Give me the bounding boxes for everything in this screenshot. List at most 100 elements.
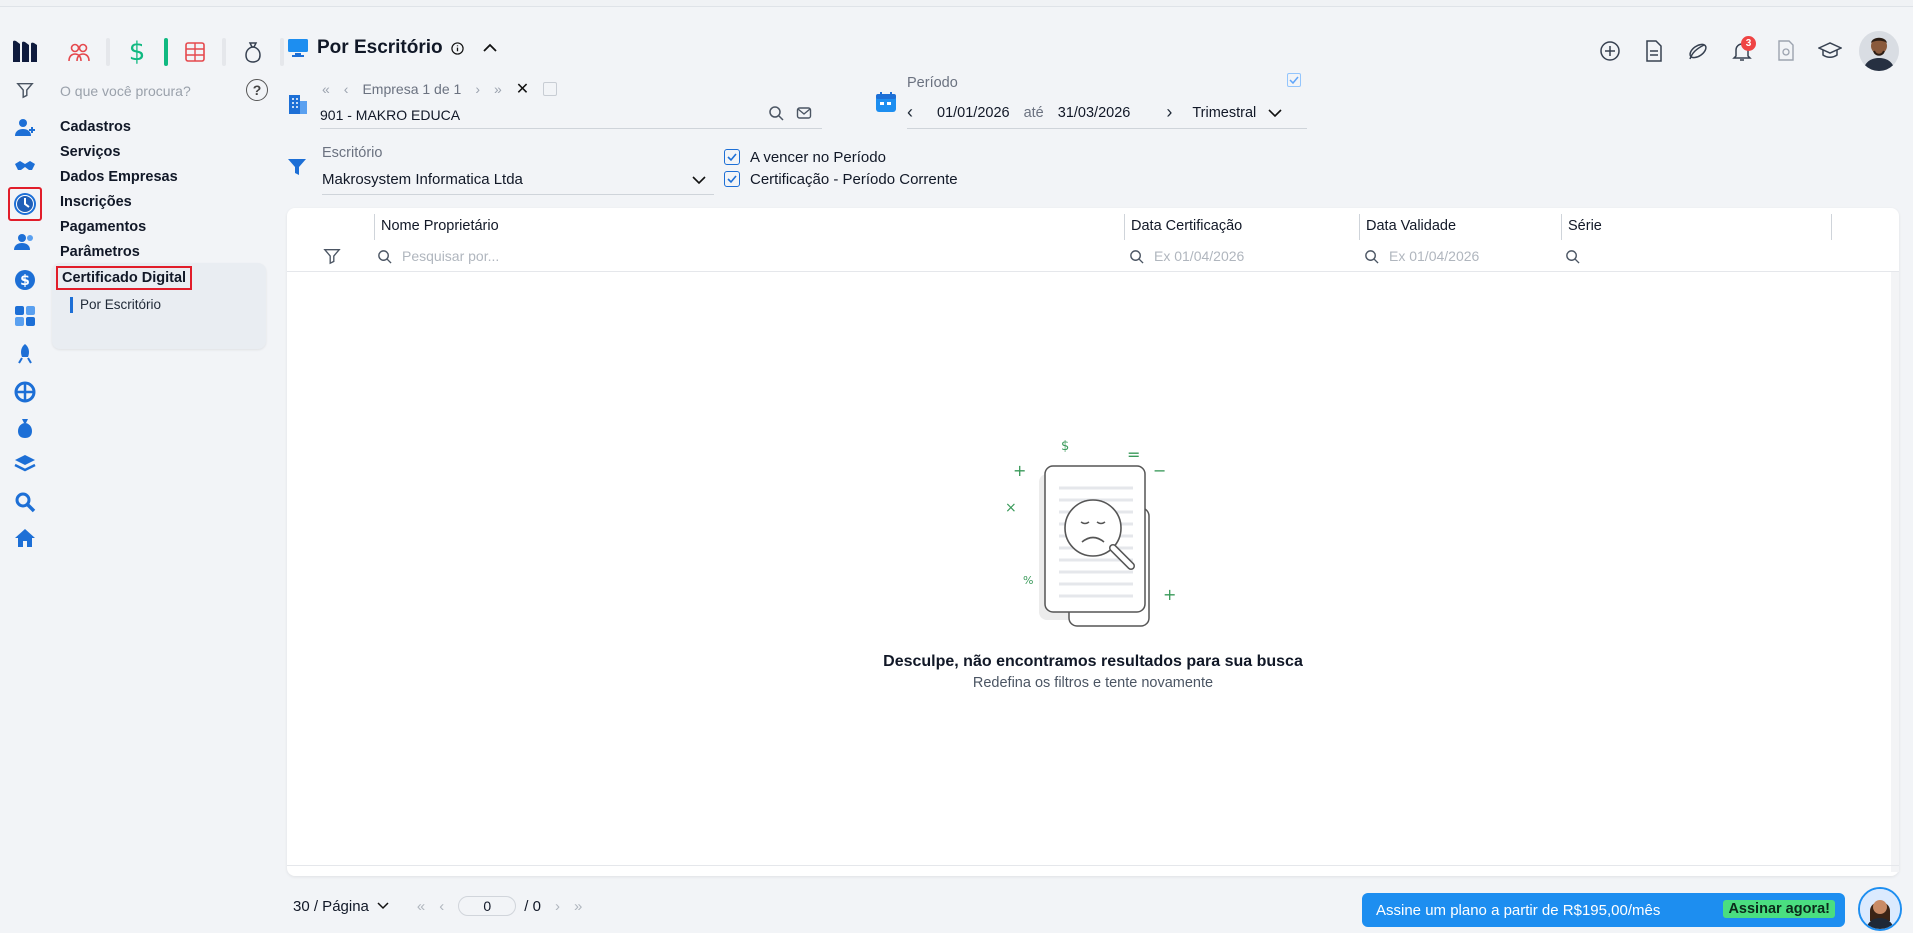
app-logo-icon[interactable] xyxy=(10,37,40,67)
first-page-icon[interactable]: « xyxy=(322,81,330,97)
divider xyxy=(106,38,110,66)
promo-banner[interactable]: Assine um plano a partir de R$195,00/mês… xyxy=(1362,893,1845,927)
prev-period-icon[interactable]: ‹ xyxy=(907,102,913,123)
escritorio-value[interactable]: Makrosystem Informatica Ltda xyxy=(322,171,523,188)
column-filter-icon[interactable] xyxy=(323,244,341,268)
sidebar-item-certificado-digital[interactable]: Certificado Digital xyxy=(56,266,193,290)
select-all-checkbox[interactable] xyxy=(543,82,558,96)
next-period-icon[interactable]: › xyxy=(1166,102,1172,123)
mail-icon[interactable] xyxy=(796,105,812,121)
calculator-icon[interactable] xyxy=(10,301,40,331)
svg-text:×: × xyxy=(1005,500,1017,516)
finance-module-icon[interactable]: $ xyxy=(120,35,154,69)
calendar-icon xyxy=(876,92,896,112)
report-search-icon[interactable] xyxy=(1771,36,1801,66)
notification-bell-icon[interactable]: 3 xyxy=(1727,36,1757,66)
sidebar-item-pagamentos[interactable]: Pagamentos xyxy=(60,215,178,240)
page-number-input[interactable]: 0 xyxy=(458,896,517,916)
sidebar-item-cadastros[interactable]: Cadastros xyxy=(60,115,178,140)
subscribe-button[interactable]: Assinar agora! xyxy=(1723,900,1835,918)
empresa-field[interactable]: 901 - MAKRO EDUCA xyxy=(320,101,822,129)
next-page-icon[interactable]: › xyxy=(555,898,560,915)
last-page-icon[interactable]: » xyxy=(494,81,502,97)
prev-page-icon[interactable]: ‹ xyxy=(439,898,444,915)
data-certificacao-filter[interactable]: Ex 01/04/2026 xyxy=(1129,244,1244,268)
document-icon[interactable] xyxy=(1639,36,1669,66)
column-data-certificacao[interactable]: Data Certificação xyxy=(1124,214,1359,240)
sidebar-item-parametros[interactable]: Parâmetros xyxy=(60,240,178,265)
chevron-down-icon[interactable] xyxy=(377,902,389,910)
rocket-icon[interactable] xyxy=(10,339,40,369)
column-serie[interactable]: Série xyxy=(1561,214,1831,240)
next-page-icon[interactable]: › xyxy=(475,81,480,97)
active-module-indicator xyxy=(164,38,168,66)
serie-filter[interactable] xyxy=(1565,244,1580,268)
info-icon[interactable] xyxy=(450,41,464,55)
checkbox-checked[interactable] xyxy=(724,171,740,187)
help-icon[interactable]: ? xyxy=(246,79,268,101)
periodo-field: ‹ 01/01/2026 até 31/03/2026 › Trimestral xyxy=(907,97,1307,129)
menu-search-placeholder[interactable]: O que você procura? xyxy=(60,83,191,99)
vertical-scrollbar[interactable] xyxy=(1891,272,1899,872)
prev-page-icon[interactable]: ‹ xyxy=(344,81,349,97)
user-avatar[interactable] xyxy=(1859,31,1899,71)
empresa-counter: Empresa 1 de 1 xyxy=(362,81,462,97)
clock-icon[interactable] xyxy=(8,187,42,221)
people-module-icon[interactable] xyxy=(62,35,96,69)
periodicity-select[interactable]: Trimestral xyxy=(1192,105,1256,121)
periodo-checkbox[interactable] xyxy=(1287,73,1301,87)
users-icon[interactable] xyxy=(10,227,40,257)
nome-search-placeholder[interactable]: Pesquisar por... xyxy=(402,248,499,264)
menu-search[interactable]: O que você procura? ? xyxy=(46,79,268,103)
filter-icon[interactable] xyxy=(10,75,40,105)
home-icon[interactable] xyxy=(10,523,40,553)
search-icon[interactable] xyxy=(768,105,784,121)
empresa-navigator: « ‹ Empresa 1 de 1 › » ✕ xyxy=(322,79,558,99)
satellite-icon[interactable] xyxy=(1683,36,1713,66)
data-validade-filter[interactable]: Ex 01/04/2026 xyxy=(1364,244,1479,268)
page-size-select[interactable]: 30 / Página xyxy=(293,898,369,915)
add-icon[interactable] xyxy=(1595,36,1625,66)
date-from[interactable]: 01/01/2026 xyxy=(937,105,1010,121)
money-bag-module-icon[interactable] xyxy=(236,35,270,69)
escritorio-select[interactable]: Makrosystem Informatica Ltda xyxy=(322,165,714,195)
clear-icon[interactable]: ✕ xyxy=(516,79,529,99)
table-footer-line xyxy=(287,865,1899,866)
layers-icon[interactable] xyxy=(10,449,40,479)
first-page-icon[interactable]: « xyxy=(417,898,425,915)
svg-text:$: $ xyxy=(20,273,30,289)
sidebar-item-dados-empresas[interactable]: Dados Empresas xyxy=(60,165,178,190)
network-icon[interactable] xyxy=(10,377,40,407)
dollar-icon[interactable]: $ xyxy=(10,265,40,295)
last-page-icon[interactable]: » xyxy=(574,898,582,915)
collapse-chevron-icon[interactable] xyxy=(482,40,498,56)
empresa-value[interactable]: 901 - MAKRO EDUCA xyxy=(320,107,460,123)
assistant-avatar[interactable] xyxy=(1858,887,1902,931)
check-certificacao[interactable]: Certificação - Período Corrente xyxy=(724,168,958,190)
date-to[interactable]: 31/03/2026 xyxy=(1058,105,1131,121)
handshake-icon[interactable] xyxy=(10,151,40,181)
data-validade-placeholder[interactable]: Ex 01/04/2026 xyxy=(1389,248,1479,264)
check-a-vencer[interactable]: A vencer no Período xyxy=(724,146,958,168)
nome-search-input[interactable]: Pesquisar por... xyxy=(377,244,499,268)
data-certificacao-placeholder[interactable]: Ex 01/04/2026 xyxy=(1154,248,1244,264)
graduation-cap-icon[interactable] xyxy=(1815,36,1845,66)
sidebar-item-servicos[interactable]: Serviços xyxy=(60,140,178,165)
header-actions: 3 xyxy=(1595,31,1899,71)
chevron-down-icon[interactable] xyxy=(1268,108,1282,118)
status-checks: A vencer no Período Certificação - Perío… xyxy=(724,146,958,190)
certificado-digital-group: Certificado Digital Por Escritório xyxy=(52,263,266,349)
checkbox-checked[interactable] xyxy=(724,149,740,165)
column-nome-proprietario[interactable]: Nome Proprietário xyxy=(374,214,1124,240)
user-register-icon[interactable] xyxy=(10,113,40,143)
column-data-validade[interactable]: Data Validade xyxy=(1359,214,1561,240)
spreadsheet-module-icon[interactable] xyxy=(178,35,212,69)
money-bag-icon[interactable] xyxy=(10,413,40,443)
svg-text:+: + xyxy=(1013,461,1026,480)
sidebar-item-inscricoes[interactable]: Inscrições xyxy=(60,190,178,215)
column-divider xyxy=(1831,214,1832,240)
chevron-down-icon[interactable] xyxy=(692,175,706,185)
sidebar-subitem-por-escritorio[interactable]: Por Escritório xyxy=(70,297,161,313)
search-icon[interactable] xyxy=(10,487,40,517)
svg-text:$: $ xyxy=(1061,439,1069,454)
